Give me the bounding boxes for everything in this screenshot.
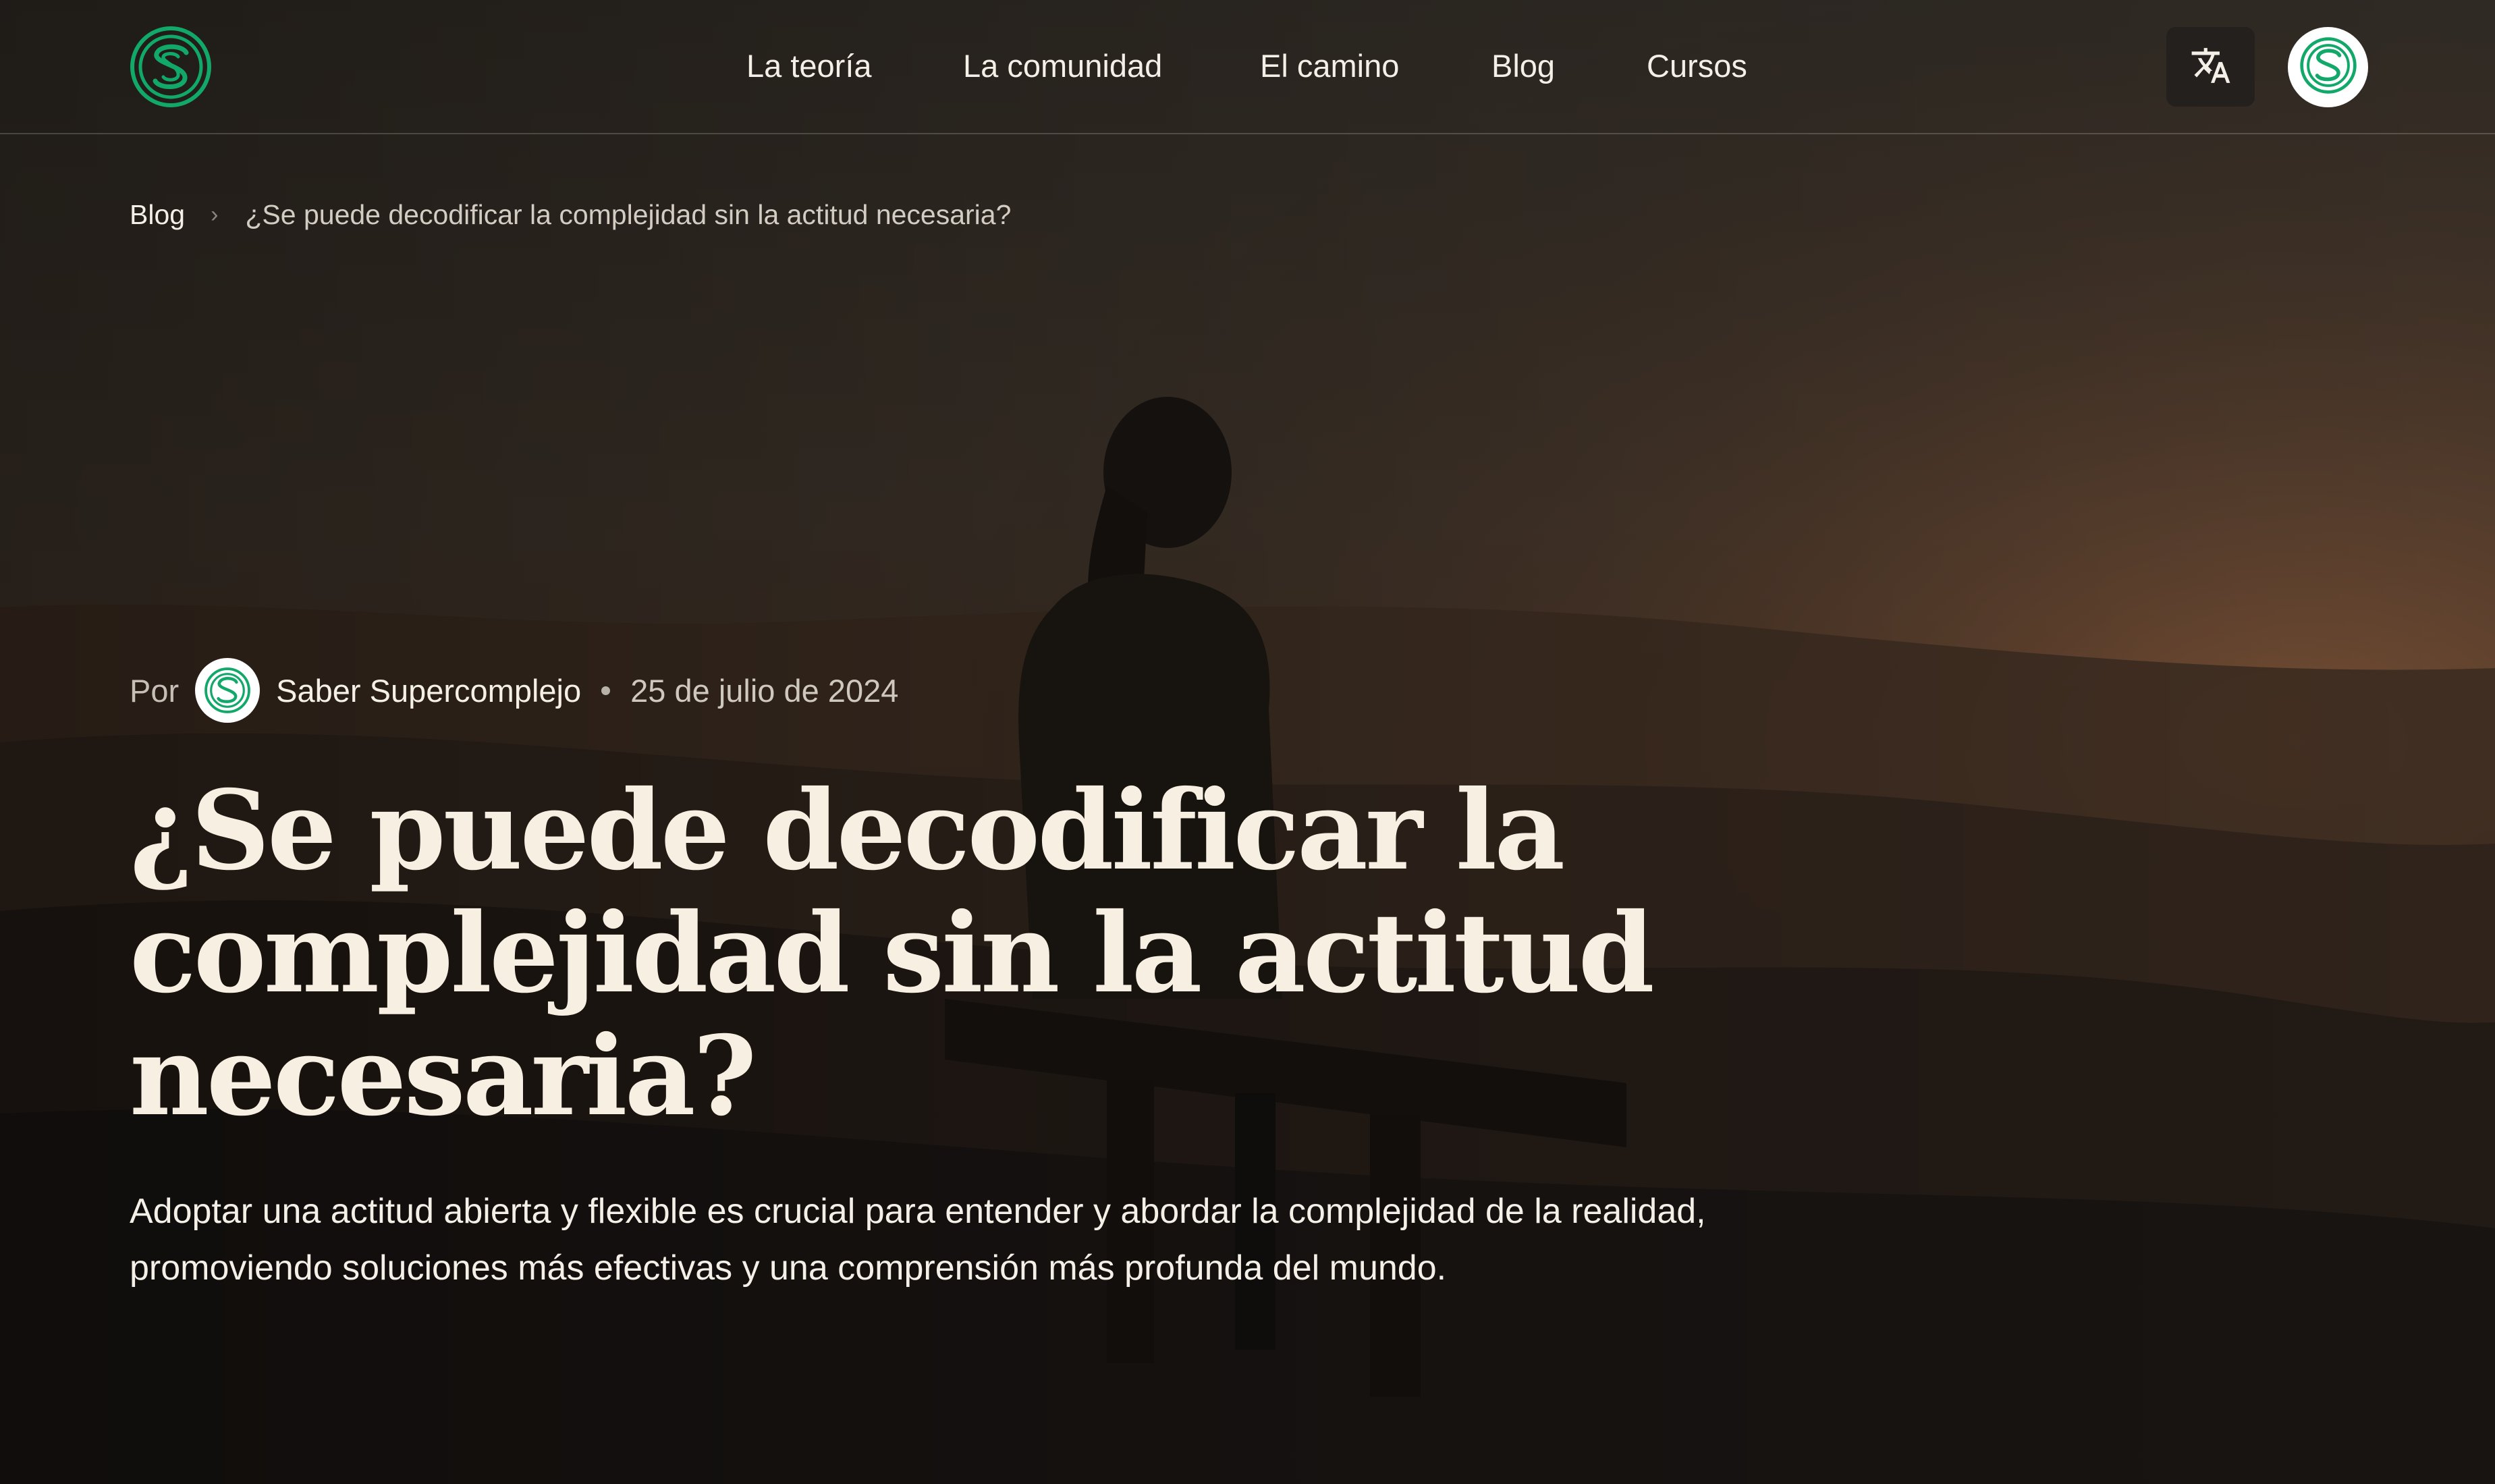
- chevron-right-icon: ›: [211, 201, 219, 227]
- article-lead: Adoptar una actitud abierta y flexible e…: [130, 1192, 1706, 1288]
- translate-button[interactable]: [2166, 27, 2255, 107]
- author-avatar[interactable]: [195, 658, 261, 723]
- nav-cursos[interactable]: Cursos: [1647, 46, 1747, 86]
- breadcrumb-current: ¿Se puede decodificar la complejidad sin…: [245, 198, 1012, 230]
- nav-el-camino[interactable]: El camino: [1260, 46, 1399, 86]
- author-name-link[interactable]: Saber Supercomplejo: [276, 672, 581, 709]
- nav-la-teoria[interactable]: La teoría: [746, 46, 872, 86]
- supercomplejo-logo-icon: [204, 667, 251, 713]
- profile-button[interactable]: [2288, 27, 2368, 107]
- translate-icon: [2190, 45, 2232, 90]
- breadcrumb: Blog › ¿Se puede decodificar la compleji…: [130, 196, 1011, 233]
- byline-label: Por: [130, 672, 180, 709]
- nav-blog[interactable]: Blog: [1491, 46, 1555, 86]
- separator-dot: [601, 686, 611, 695]
- site-header: La teoría La comunidad El camino Blog Cu…: [0, 0, 2495, 134]
- publish-date: 25 de julio de 2024: [630, 672, 899, 709]
- user-avatar-icon: [2296, 33, 2361, 101]
- article-byline: Por Saber Supercomplejo 25 de julio de 2…: [130, 658, 898, 723]
- article-title: ¿Se puede decodificar la complejidad sin…: [130, 767, 1655, 1141]
- nav-la-comunidad[interactable]: La comunidad: [963, 46, 1162, 86]
- main-nav: La teoría La comunidad El camino Blog Cu…: [0, 0, 2495, 133]
- breadcrumb-blog-link[interactable]: Blog: [130, 199, 185, 231]
